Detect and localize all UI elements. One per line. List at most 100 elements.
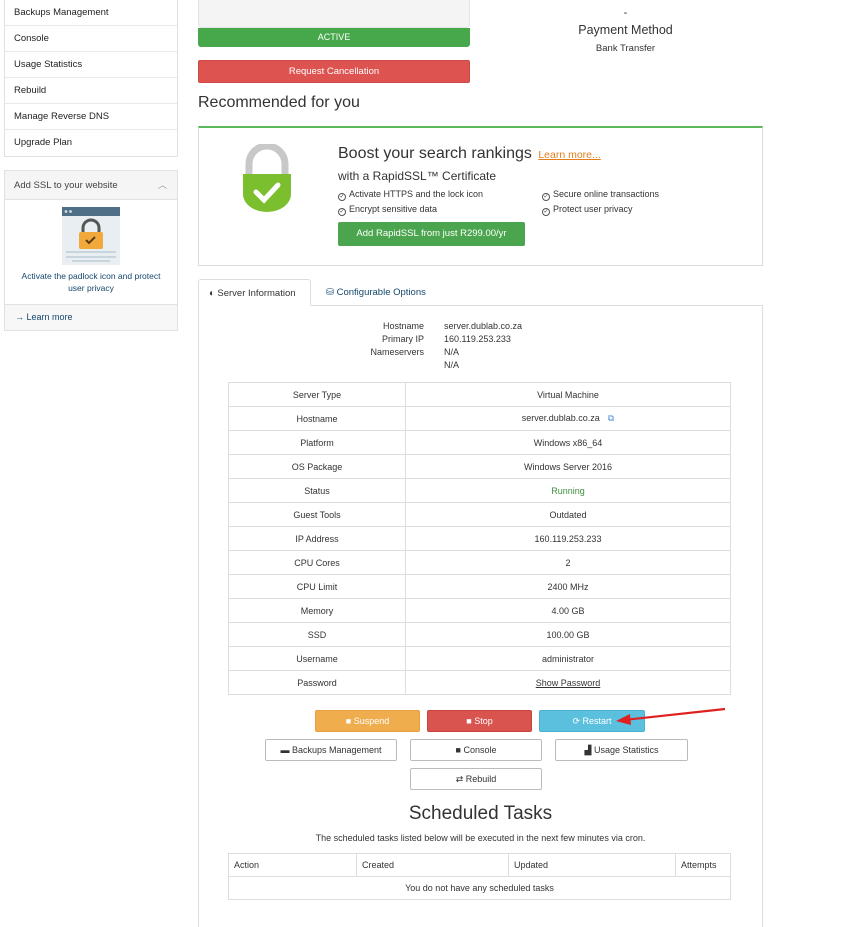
restart-label: Restart: [582, 716, 612, 726]
info-value: 2: [405, 550, 731, 575]
table-header-row: Action Created Updated Attempts: [228, 853, 731, 877]
table-row: IP Address 160.119.253.233: [228, 526, 731, 551]
info-key: Password: [228, 670, 406, 695]
table-row: Server Type Virtual Machine: [228, 382, 731, 407]
ssl-panel-body: Activate the padlock icon and protect us…: [5, 200, 177, 304]
sidebar-item-usage-statistics[interactable]: Usage Statistics: [5, 52, 177, 78]
info-value: Windows Server 2016: [405, 454, 731, 479]
promo-feature-text: Secure online transactions: [553, 189, 660, 199]
info-value-cell: server.dublab.co.za ⧉: [405, 406, 731, 431]
promo-feature: ✓ Protect user privacy: [542, 204, 633, 216]
table-row: Username administrator: [228, 646, 731, 671]
tab-server-information-label: Server Information: [217, 288, 296, 299]
table-row: Status Running: [228, 478, 731, 503]
info-key: Hostname: [228, 406, 406, 431]
server-info-table: Server Type Virtual Machine Hostname serve…: [228, 382, 731, 695]
usage-statistics-button[interactable]: ▟ Usage Statistics: [555, 739, 688, 761]
info-value: 160.119.253.233: [405, 526, 731, 551]
info-value: Windows x86_64: [405, 430, 731, 455]
signal-bars-icon: ▟: [584, 745, 592, 755]
server-status-running: Running: [405, 478, 731, 503]
table-row: CPU Limit 2400 MHz: [228, 574, 731, 599]
info-circle-icon: ◐: [209, 288, 215, 299]
ssl-panel-header[interactable]: Add SSL to your website ︿: [5, 171, 177, 200]
info-key: IP Address: [228, 526, 406, 551]
table-row: Guest Tools Outdated: [228, 502, 731, 527]
external-link-icon[interactable]: ⧉: [608, 413, 614, 423]
ssl-panel-title: Add SSL to your website: [14, 180, 118, 191]
scheduled-tasks-title: Scheduled Tasks: [408, 803, 553, 824]
summary-ns2-value: N/A: [444, 360, 460, 370]
tab-configurable-options-label: Configurable Options: [336, 287, 426, 298]
info-key: OS Package: [228, 454, 406, 479]
table-row: OS Package Windows Server 2016: [228, 454, 731, 479]
stop-square-icon: ■: [345, 716, 352, 726]
suspend-button[interactable]: ■ Suspend: [315, 710, 420, 732]
sidebar-item-backups[interactable]: Backups Management: [5, 0, 177, 26]
add-rapidssl-button[interactable]: Add RapidSSL from just R299.00/yr: [338, 222, 525, 246]
request-cancellation-button[interactable]: Request Cancellation: [198, 60, 470, 83]
promo-headline-text: Boost your search rankings: [338, 145, 532, 162]
info-key: SSD: [228, 622, 406, 647]
sidebar-item-console[interactable]: Console: [5, 26, 177, 52]
info-value: server.dublab.co.za: [521, 413, 600, 423]
table-row: Password Show Password: [228, 670, 731, 695]
promo-feature-text: Encrypt sensitive data: [349, 204, 438, 214]
show-password-link[interactable]: Show Password: [536, 678, 601, 688]
promo-learn-more-link[interactable]: Learn more...: [538, 149, 600, 161]
hdd-icon: ▬: [280, 745, 290, 755]
sidebar-menu: Backups Management Console Usage Statist…: [4, 0, 178, 157]
sidebar-item-reverse-dns[interactable]: Manage Reverse DNS: [5, 104, 177, 130]
ssl-learn-more-link[interactable]: → Learn more: [5, 304, 177, 330]
rebuild-label: Rebuild: [465, 774, 497, 784]
usage-label: Usage Statistics: [593, 745, 659, 755]
console-button[interactable]: ■ Console: [410, 739, 542, 761]
info-key: Status: [228, 478, 406, 503]
annotation-arrow-icon: [616, 707, 726, 725]
promo-feature: ✓ Secure online transactions: [542, 189, 659, 201]
info-key: Memory: [228, 598, 406, 623]
check-circle-icon: ✓: [338, 193, 346, 201]
stop-button[interactable]: ■ Stop: [427, 710, 532, 732]
empty-state-text: You do not have any scheduled tasks: [228, 876, 731, 900]
tab-server-information[interactable]: ◐ Server Information: [198, 279, 311, 306]
chevron-up-icon[interactable]: ︿: [158, 171, 167, 200]
info-value: 100.00 GB: [405, 622, 731, 647]
check-circle-icon: ✓: [542, 208, 550, 216]
promo-feature-text: Protect user privacy: [553, 204, 633, 214]
table-row: Hostname server.dublab.co.za ⧉: [228, 406, 731, 431]
info-value: administrator: [405, 646, 731, 671]
info-value-cell: Show Password: [405, 670, 731, 695]
server-tabs: ◐ Server Information ⛁ Configurable Opti…: [198, 279, 763, 306]
ssl-learn-more-label: Learn more: [26, 312, 73, 322]
video-camera-icon: ■: [455, 745, 461, 755]
stop-square-icon: ■: [466, 716, 472, 726]
payment-method-value: Bank Transfer: [595, 43, 656, 54]
tab-configurable-options[interactable]: ⛁ Configurable Options: [316, 279, 436, 306]
backups-management-button[interactable]: ▬ Backups Management: [265, 739, 397, 761]
summary-nameservers-label: Nameservers: [370, 347, 424, 357]
refresh-icon: ⟳: [572, 716, 580, 726]
promo-feature-text: Activate HTTPS and the lock icon: [349, 189, 484, 199]
info-key: CPU Limit: [228, 574, 406, 599]
scheduled-tasks-table: Action Created Updated Attempts You do n…: [228, 853, 731, 900]
sidebar-item-rebuild[interactable]: Rebuild: [5, 78, 177, 104]
info-value: Outdated: [405, 502, 731, 527]
info-key: Server Type: [228, 382, 406, 407]
column-attempts: Attempts: [675, 853, 731, 877]
sidebar-item-upgrade-plan[interactable]: Upgrade Plan: [5, 130, 177, 156]
status-badge: ACTIVE: [198, 28, 470, 47]
check-circle-icon: ✓: [542, 193, 550, 201]
rebuild-button[interactable]: ⇄ Rebuild: [410, 768, 542, 790]
promo-headline: Boost your search rankings Learn more...: [338, 145, 601, 163]
info-key: CPU Cores: [228, 550, 406, 575]
summary-hostname-label: Hostname: [382, 321, 424, 331]
column-action: Action: [228, 853, 357, 877]
info-key: Platform: [228, 430, 406, 455]
ssl-promo-panel: Add SSL to your website ︿ Activate the p…: [4, 170, 178, 331]
table-row: You do not have any scheduled tasks: [228, 876, 731, 900]
promo-subtitle: with a RapidSSL™ Certificate: [338, 169, 497, 183]
payment-method-label: Payment Method: [578, 23, 673, 37]
payment-method-block: - Payment Method Bank Transfer: [538, 6, 713, 54]
arrow-right-icon: →: [15, 312, 24, 322]
